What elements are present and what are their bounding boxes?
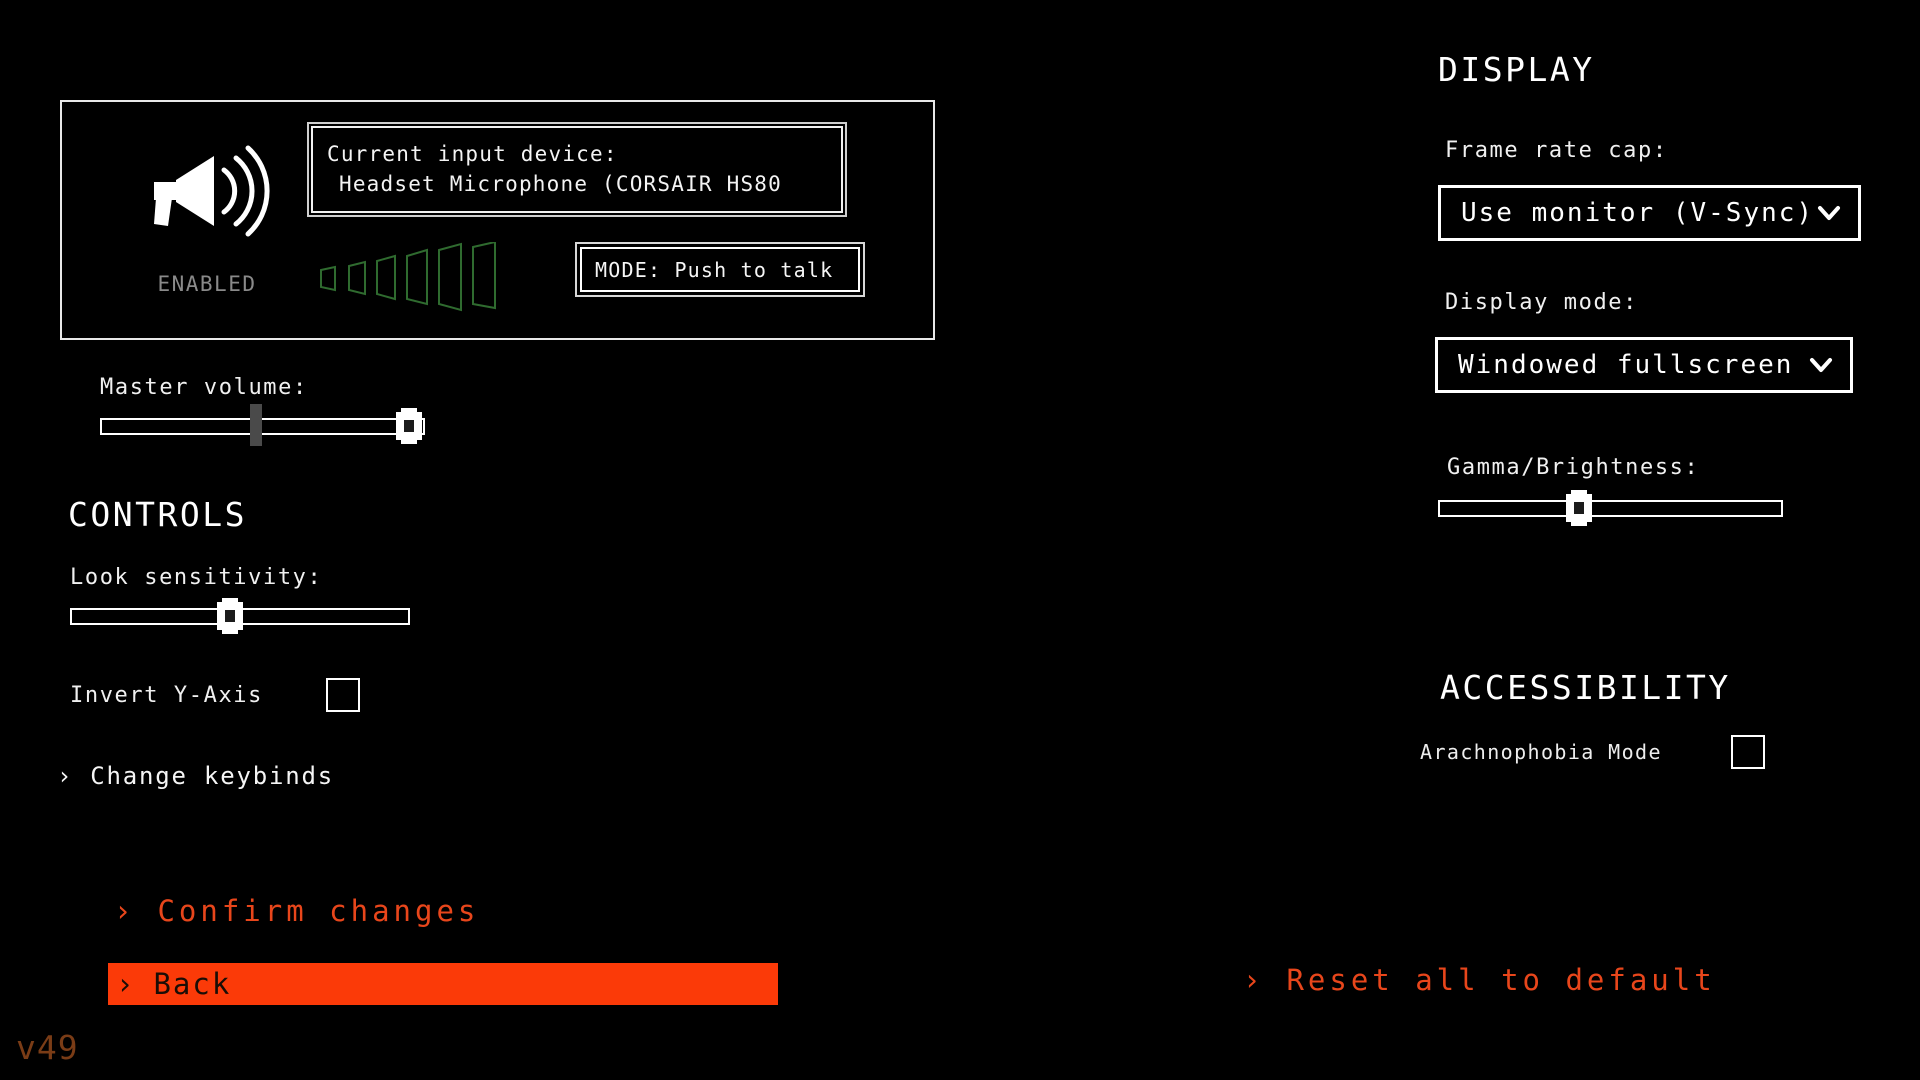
gamma-brightness-label: Gamma/Brightness: xyxy=(1447,455,1700,480)
chevron-right-icon: › xyxy=(57,762,74,790)
display-mode-value: Windowed fullscreen xyxy=(1458,350,1794,380)
look-sensitivity-label: Look sensitivity: xyxy=(70,565,323,590)
megaphone-icon xyxy=(132,140,272,250)
controls-section-heading: CONTROLS xyxy=(68,495,247,534)
accessibility-section-heading: ACCESSIBILITY xyxy=(1440,668,1731,707)
confirm-changes-button[interactable]: › Confirm changes xyxy=(108,890,485,932)
look-sensitivity-knob[interactable] xyxy=(216,602,243,630)
microphone-mode-button[interactable]: MODE: Push to talk xyxy=(575,242,865,297)
chevron-down-icon xyxy=(1816,200,1842,226)
back-button[interactable]: › Back xyxy=(108,963,778,1005)
gamma-brightness-knob[interactable] xyxy=(1566,494,1593,522)
microphone-mode-label: MODE: Push to talk xyxy=(595,257,834,282)
master-volume-label: Master volume: xyxy=(100,375,308,400)
invert-y-axis-row[interactable]: Invert Y-Axis xyxy=(70,678,360,712)
chevron-right-icon: › xyxy=(116,967,136,1001)
arachnophobia-mode-label: Arachnophobia Mode xyxy=(1420,740,1662,764)
confirm-changes-label: Confirm changes xyxy=(157,894,480,928)
invert-y-axis-label: Invert Y-Axis xyxy=(70,682,263,708)
change-keybinds-label: Change keybinds xyxy=(90,762,334,790)
frame-rate-cap-value: Use monitor (V-Sync) xyxy=(1461,198,1815,228)
invert-y-axis-checkbox[interactable] xyxy=(326,678,360,712)
display-section-heading: DISPLAY xyxy=(1438,50,1595,89)
display-mode-label: Display mode: xyxy=(1445,290,1638,315)
vu-meter xyxy=(315,240,515,312)
chevron-right-icon: › xyxy=(114,894,136,928)
frame-rate-cap-dropdown[interactable]: Use monitor (V-Sync) xyxy=(1438,185,1861,241)
left-settings-column: ENABLED Current input device: Headset Mi… xyxy=(0,0,960,1080)
back-label: Back xyxy=(153,967,232,1001)
current-input-device-box: Current input device: Headset Microphone… xyxy=(307,122,847,217)
chevron-down-icon xyxy=(1808,352,1834,378)
change-keybinds-button[interactable]: › Change keybinds xyxy=(57,762,334,790)
microphone-panel: ENABLED Current input device: Headset Mi… xyxy=(60,100,935,340)
current-input-device-label: Current input device: xyxy=(327,142,618,166)
reset-all-to-default-button[interactable]: › Reset all to default xyxy=(1243,963,1716,997)
gamma-brightness-slider[interactable] xyxy=(1438,492,1783,522)
display-mode-dropdown[interactable]: Windowed fullscreen xyxy=(1435,337,1853,393)
frame-rate-cap-label: Frame rate cap: xyxy=(1445,138,1668,163)
chevron-right-icon: › xyxy=(1243,963,1265,997)
current-input-device-value: Headset Microphone (CORSAIR HS80 xyxy=(339,172,782,196)
version-label: v49 xyxy=(16,1028,79,1067)
master-volume-slider[interactable] xyxy=(100,404,425,446)
master-volume-default-tick xyxy=(250,404,262,446)
microphone-enabled-label: ENABLED xyxy=(157,272,257,296)
right-settings-column: DISPLAY Frame rate cap: Use monitor (V-S… xyxy=(960,0,1920,1080)
gamma-brightness-track[interactable] xyxy=(1438,500,1783,517)
look-sensitivity-slider[interactable] xyxy=(70,600,410,630)
arachnophobia-mode-checkbox[interactable] xyxy=(1731,735,1765,769)
master-volume-track[interactable] xyxy=(100,418,425,435)
master-volume-knob[interactable] xyxy=(395,412,422,440)
reset-all-to-default-label: Reset all to default xyxy=(1286,963,1716,997)
arachnophobia-mode-row[interactable]: Arachnophobia Mode xyxy=(1420,735,1765,769)
